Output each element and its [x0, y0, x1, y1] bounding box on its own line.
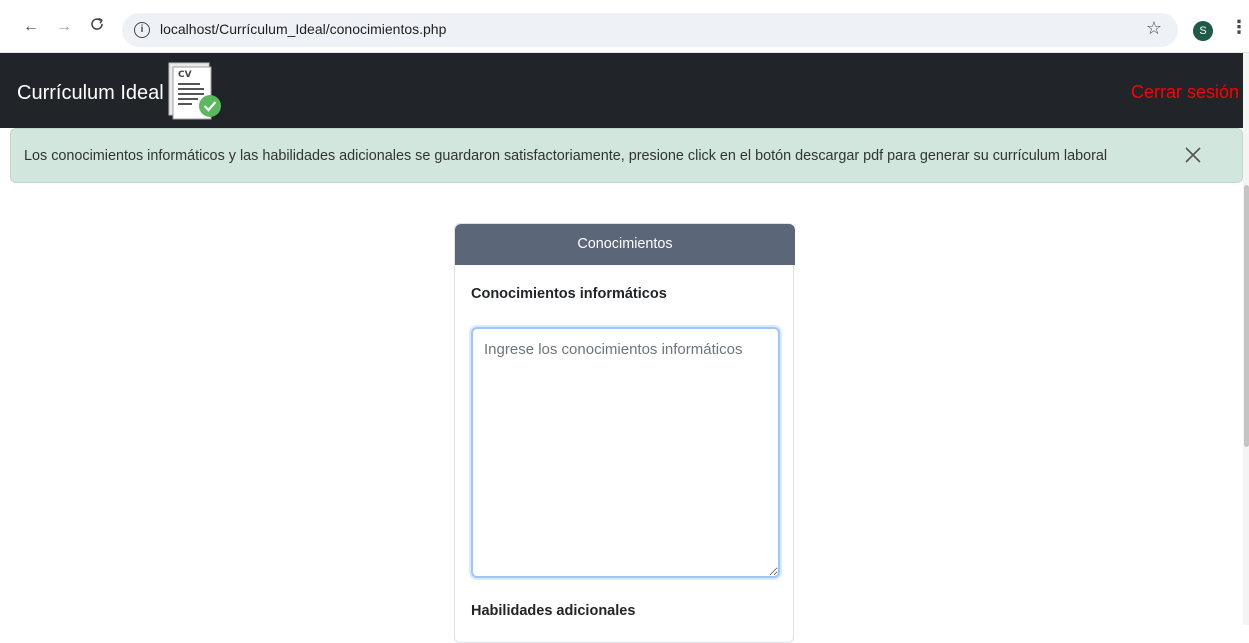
browser-toolbar: ← → i localhost/Currículum_Ideal/conocim…	[0, 0, 1249, 53]
back-arrow-icon[interactable]: ←	[20, 16, 42, 38]
address-bar[interactable]: i localhost/Currículum_Ideal/conocimient…	[122, 13, 1178, 47]
computer-knowledge-textarea[interactable]	[471, 327, 780, 578]
knowledge-card: Conocimientos Conocimientos informáticos…	[454, 223, 795, 643]
success-alert: Los conocimientos informáticos y las hab…	[10, 128, 1243, 183]
cv-logo-text: CV	[178, 70, 192, 80]
close-icon[interactable]	[1181, 143, 1205, 167]
logout-link[interactable]: Cerrar sesión	[1131, 82, 1239, 103]
additional-skills-label: Habilidades adicionales	[471, 603, 636, 619]
forward-arrow-icon[interactable]: →	[53, 16, 75, 38]
star-icon[interactable]: ☆	[1146, 18, 1162, 39]
scrollbar-thumb[interactable]	[1244, 185, 1249, 447]
cv-document-icon: CV	[165, 61, 225, 123]
profile-avatar[interactable]: S	[1193, 21, 1213, 41]
url-text: localhost/Currículum_Ideal/conocimientos…	[160, 21, 447, 37]
card-header: Conocimientos	[455, 224, 795, 265]
app-navbar: Currículum Ideal CV Cerrar sesión	[0, 53, 1243, 128]
brand-title[interactable]: Currículum Ideal	[17, 82, 164, 105]
alert-message: Los conocimientos informáticos y las hab…	[24, 148, 1108, 164]
kebab-menu-icon[interactable]: ⋮	[1230, 17, 1248, 38]
reload-icon[interactable]	[86, 16, 108, 38]
computer-knowledge-label: Conocimientos informáticos	[471, 286, 667, 302]
info-icon[interactable]: i	[134, 22, 150, 38]
page-scrollbar[interactable]	[1243, 53, 1249, 625]
